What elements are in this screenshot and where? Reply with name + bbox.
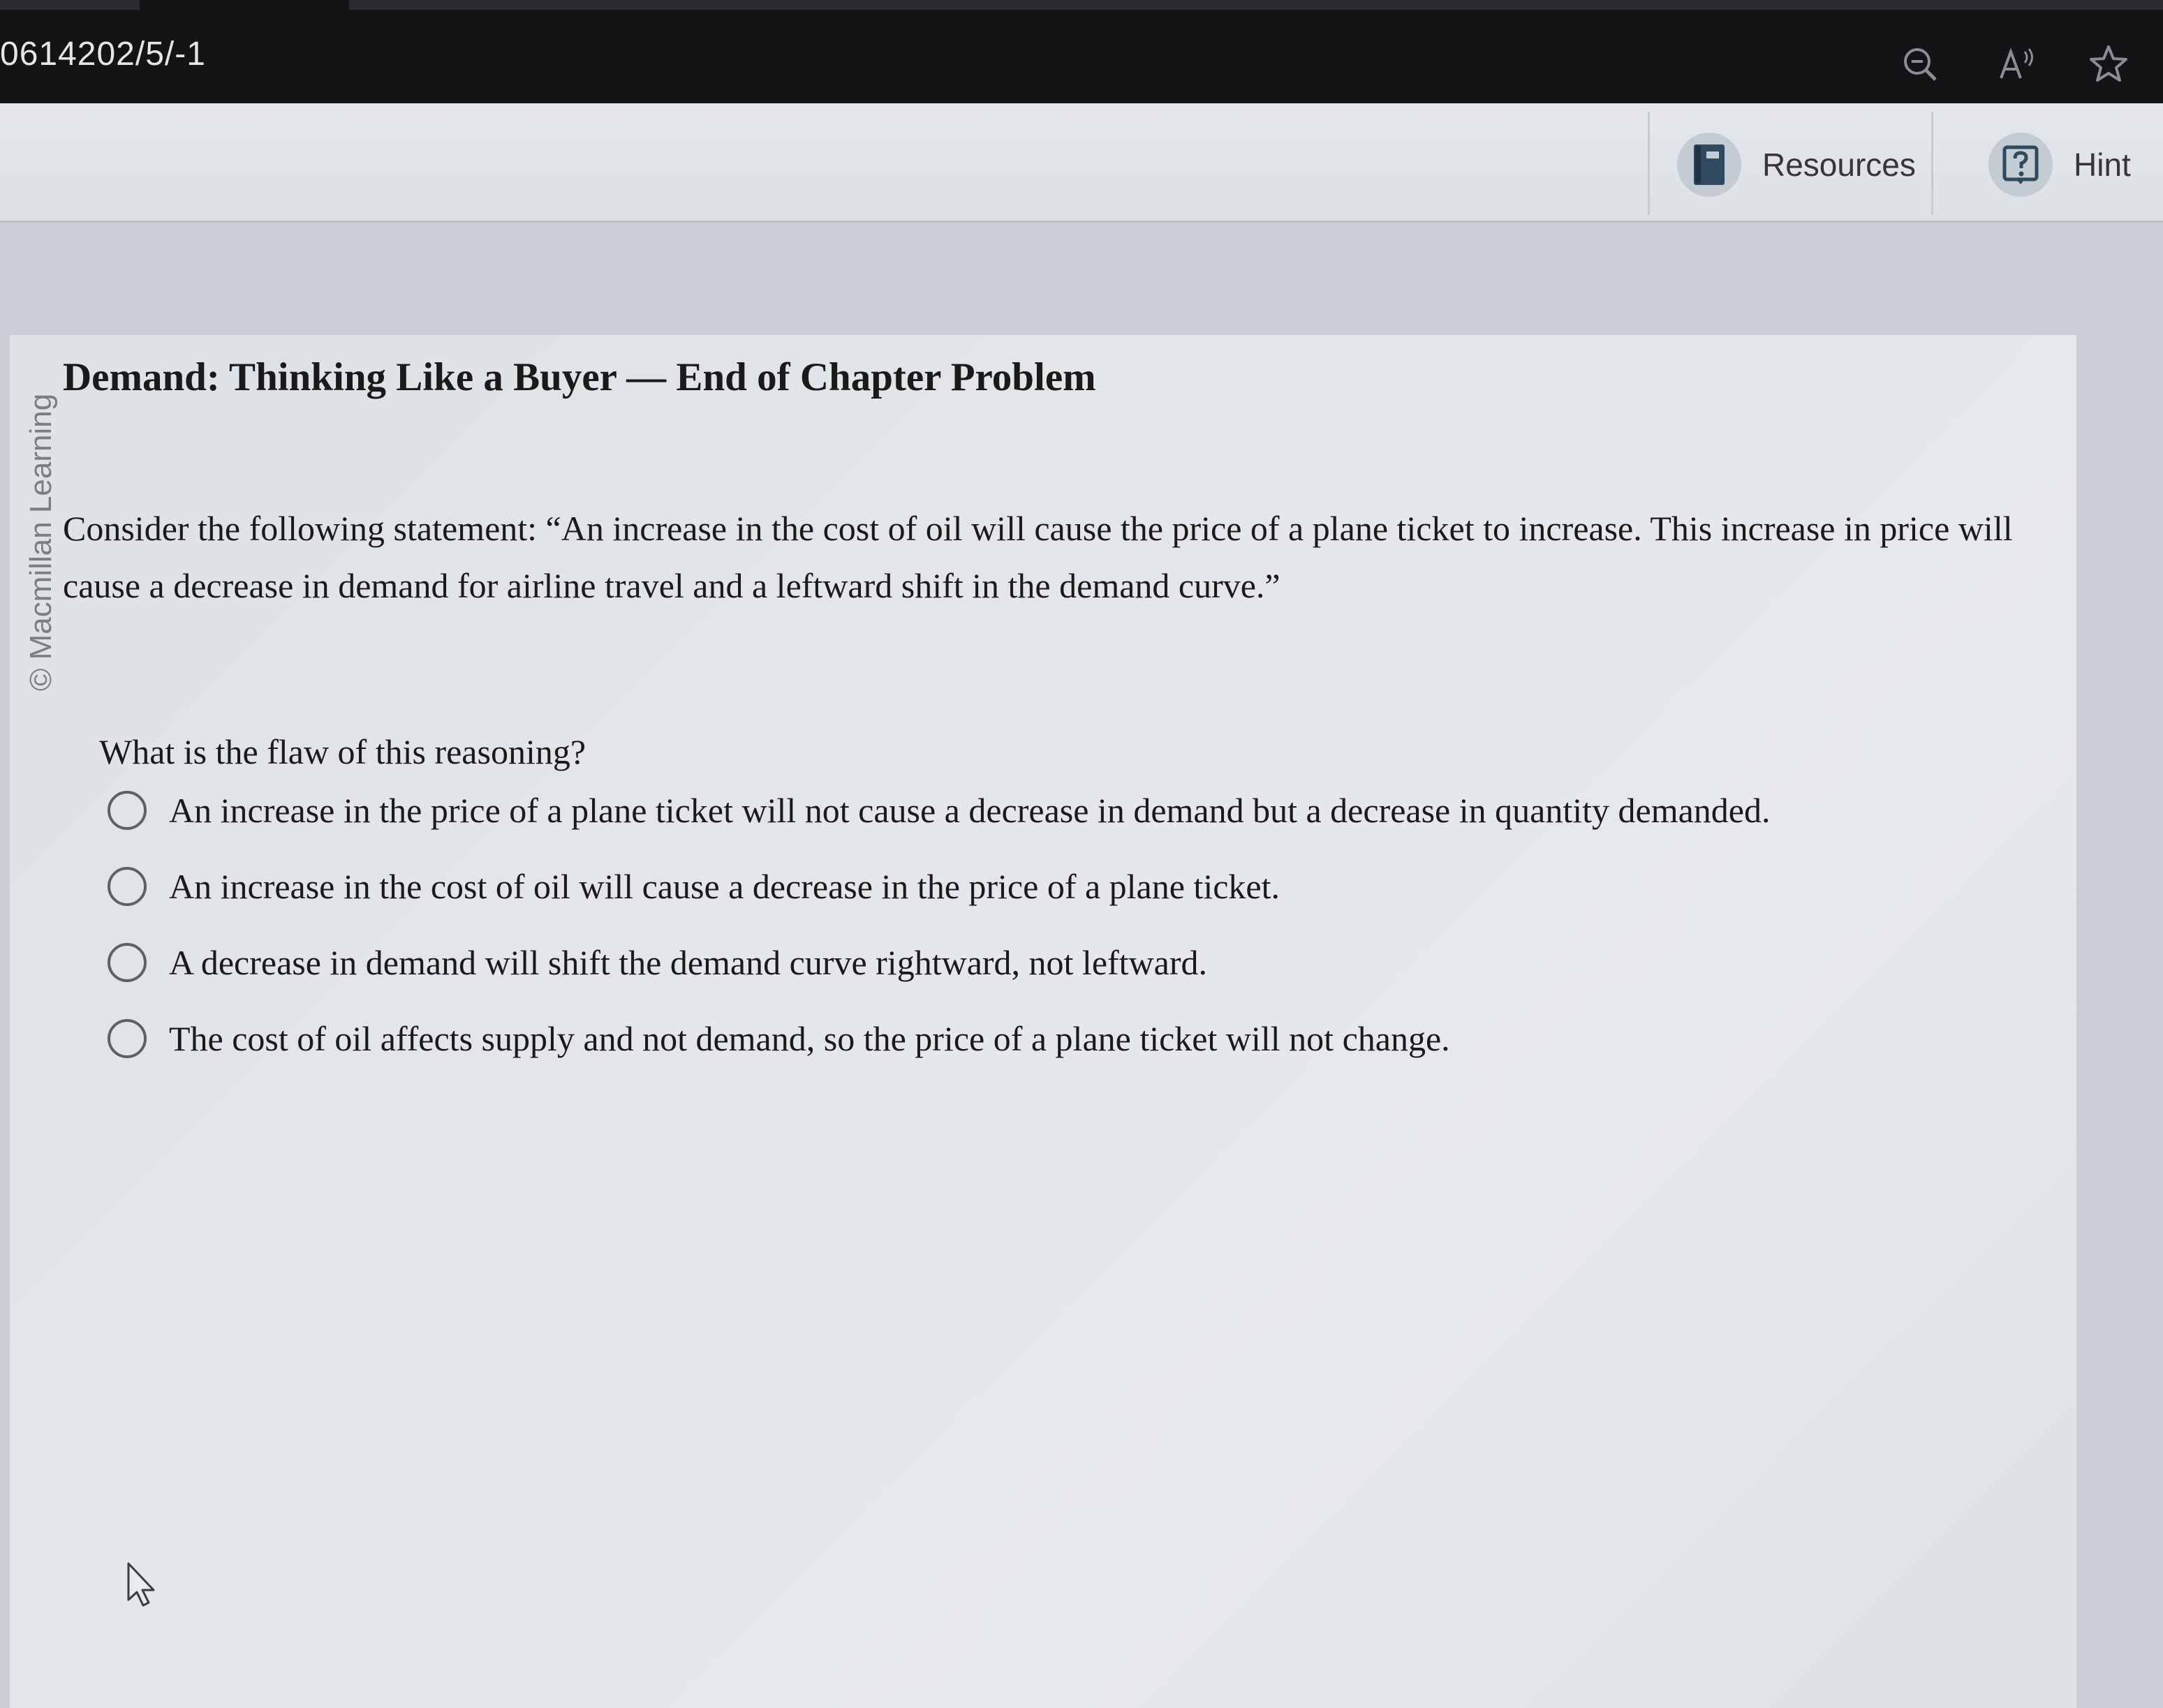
radio-button[interactable] — [108, 867, 147, 906]
hint-label: Hint — [2074, 147, 2131, 183]
answer-option[interactable]: An increase in the price of a plane tick… — [108, 790, 1770, 831]
address-bar-url[interactable]: 0614202/5/-1 — [0, 35, 206, 73]
tab-strip-gap — [140, 0, 349, 10]
radio-button[interactable] — [108, 1019, 147, 1058]
read-aloud-icon[interactable] — [1997, 43, 2039, 85]
answer-option-label: A decrease in demand will shift the dema… — [169, 943, 1208, 982]
answer-option-label: The cost of oil affects supply and not d… — [169, 1019, 1450, 1058]
mouse-cursor-icon — [126, 1561, 161, 1610]
toolbar-divider — [1931, 112, 1933, 215]
resources-book-icon — [1677, 133, 1741, 197]
answer-option-label: An increase in the cost of oil will caus… — [169, 867, 1280, 906]
hint-button[interactable]: Hint — [1988, 131, 2131, 198]
hint-question-icon — [1988, 133, 2053, 197]
browser-top-bar: 0614202/5/-1 — [0, 0, 2163, 103]
copyright-label: © Macmillan Learning — [24, 393, 58, 691]
toolbar-divider — [1648, 112, 1650, 215]
resources-label: Resources — [1762, 147, 1916, 183]
zoom-out-icon[interactable] — [1899, 43, 1941, 85]
favorite-star-icon[interactable] — [2088, 43, 2129, 85]
radio-button[interactable] — [108, 791, 147, 830]
radio-button[interactable] — [108, 943, 147, 982]
resources-button[interactable]: Resources — [1677, 131, 1916, 198]
question-prompt: What is the flaw of this reasoning? — [99, 732, 586, 771]
answer-option[interactable]: An increase in the cost of oil will caus… — [108, 866, 1280, 907]
problem-title: Demand: Thinking Like a Buyer — End of C… — [63, 355, 1096, 399]
answer-option[interactable]: A decrease in demand will shift the dema… — [108, 942, 1207, 983]
assignment-toolbar: Resources Hint — [0, 103, 2163, 223]
answer-option-label: An increase in the price of a plane tick… — [169, 791, 1771, 830]
answer-option[interactable]: The cost of oil affects supply and not d… — [108, 1018, 1450, 1059]
problem-statement: Consider the following statement: “An in… — [63, 509, 2013, 605]
